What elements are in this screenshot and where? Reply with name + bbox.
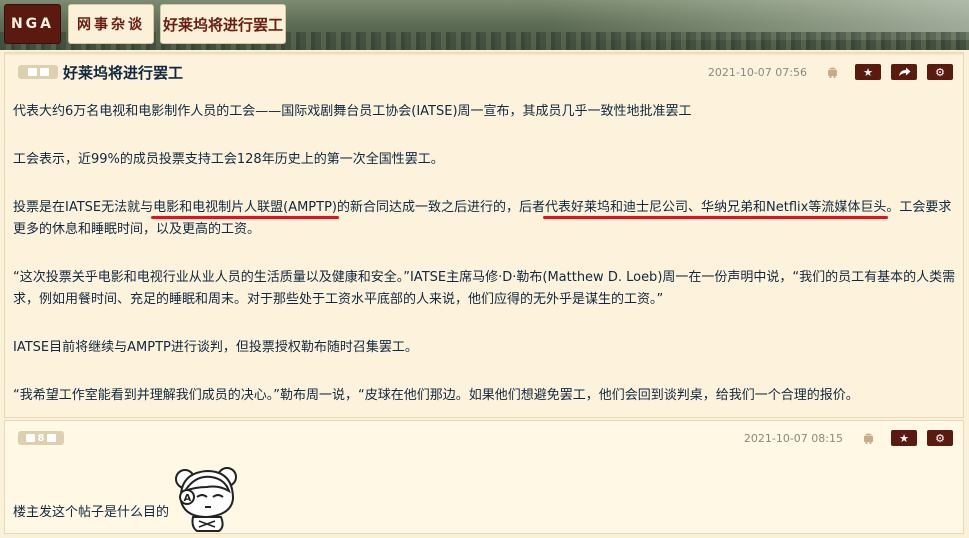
underlined-amptp: 电影和电视制片人联盟(AMPTP): [153, 200, 337, 215]
underlined-studios: 代表好莱坞和迪士尼公司、华纳兄弟和Netflix等流媒体巨头: [545, 200, 887, 215]
share-icon[interactable]: [891, 64, 917, 80]
reply-timestamp: 2021-10-07 08:15: [743, 431, 843, 445]
post-top-stripe: [5, 53, 963, 55]
paragraph-3-part-a: 投票是在IATSE无法就与: [13, 200, 154, 215]
reply-like-count: 8: [37, 432, 45, 444]
breadcrumb-thread[interactable]: 好莱坞将进行罢工: [160, 4, 286, 44]
android-icon: [861, 431, 875, 445]
main-post: 好莱坞将进行罢工 2021-10-07 07:56 ★ ⚙ 代表大约6万名电视和…: [4, 52, 964, 418]
vote-buttons[interactable]: [18, 65, 58, 79]
android-icon: [825, 65, 839, 79]
thumbs-up-icon[interactable]: [27, 68, 37, 76]
svg-text:A: A: [184, 493, 192, 504]
paragraph-3: 投票是在IATSE无法就与电影和电视制片人联盟(AMPTP)的新合同达成一致之后…: [13, 197, 957, 241]
post-title: 好莱坞将进行罢工: [63, 64, 184, 82]
reply-post: 8 2021-10-07 08:15 ★ ⚙ 楼主发这个帖子是什么目的 A: [4, 420, 964, 534]
gear-icon[interactable]: ⚙: [927, 430, 953, 446]
paragraph-2: 工会表示，近99%的成员投票支持工会128年历史上的第一次全国性罢工。: [13, 152, 444, 167]
paragraph-5: IATSE目前将继续与AMPTP进行谈判，但投票授权勒布随时召集罢工。: [13, 340, 418, 355]
post-meta: 2021-10-07 07:56 ★ ⚙: [708, 64, 953, 80]
reply-meta: 2021-10-07 08:15 ★ ⚙: [744, 430, 953, 446]
site-logo[interactable]: NGA: [4, 4, 61, 44]
star-icon[interactable]: ★: [891, 430, 917, 446]
reply-vote-buttons[interactable]: 8: [18, 431, 64, 445]
post-body: 代表大约6万名电视和电影制作人员的工会——国际戏剧舞台员工协会(IATSE)周一…: [13, 101, 957, 433]
thumbs-down-icon[interactable]: [47, 434, 57, 442]
star-icon[interactable]: ★: [855, 64, 881, 80]
paragraph-6: “我希望工作室能看到并理解我们成员的决心。”勒布周一说，“皮球在他们那边。如果他…: [13, 388, 859, 403]
anime-girl-sticker: A: [175, 467, 237, 532]
thumbs-down-icon[interactable]: [39, 68, 49, 76]
paragraph-3-part-b: 的新合同达成一致之后进行的，后者: [337, 200, 546, 215]
thumbs-up-icon[interactable]: [25, 434, 35, 442]
paragraph-1: 代表大约6万名电视和电影制作人员的工会——国际戏剧舞台员工协会(IATSE)周一…: [13, 104, 692, 119]
post-timestamp: 2021-10-07 07:56: [707, 65, 807, 79]
gear-icon[interactable]: ⚙: [927, 64, 953, 80]
reply-text: 楼主发这个帖子是什么目的: [13, 505, 170, 520]
paragraph-4: “这次投票关乎电影和电视行业从业人员的生活质量以及健康和安全。”IATSE主席马…: [13, 270, 956, 307]
breadcrumb-category[interactable]: 网事杂谈: [68, 4, 154, 44]
